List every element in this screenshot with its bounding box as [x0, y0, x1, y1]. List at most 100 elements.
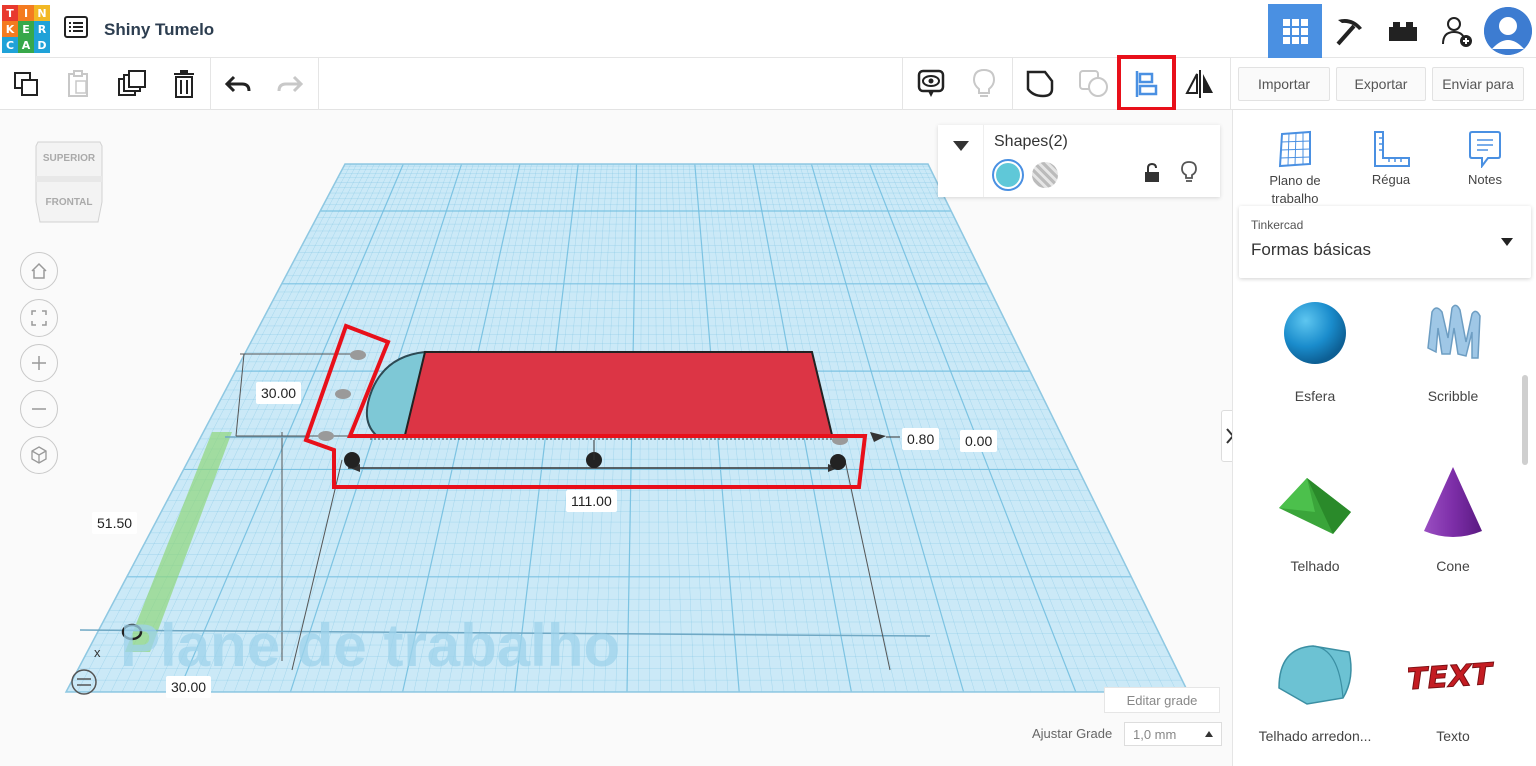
shape-text-label: Texto [1436, 728, 1470, 744]
dropdown-arrow-icon [1501, 238, 1513, 246]
delete-button[interactable] [158, 58, 210, 110]
shape-cone-label: Cone [1436, 558, 1470, 574]
show-all-icon [917, 69, 945, 97]
bricks-button[interactable] [1376, 4, 1430, 58]
notes-icon [1469, 131, 1501, 168]
redo-icon [277, 75, 304, 93]
brick-icon [1389, 22, 1417, 41]
show-all-button[interactable] [905, 58, 957, 110]
shape-scribble[interactable]: Scribble [1383, 278, 1523, 404]
snap-grid-select[interactable]: 1,0 mm [1124, 722, 1222, 746]
shape-inspector: Shapes(2) [938, 125, 1220, 197]
user-avatar[interactable] [1484, 7, 1532, 55]
pickaxe-icon [1336, 19, 1362, 46]
library-category: Tinkercad [1251, 218, 1304, 232]
redo-button[interactable] [264, 58, 316, 110]
shape-sphere[interactable]: Esfera [1245, 278, 1385, 404]
view-cube[interactable]: SUPERIOR FRONTAL [32, 140, 106, 224]
copy-icon [14, 72, 38, 96]
ungroup-button[interactable] [1068, 58, 1120, 110]
blocks-pickaxe-button[interactable] [1322, 4, 1376, 58]
workplane-tool[interactable]: Plano de trabalho [1247, 122, 1343, 208]
logo-letter: T [2, 5, 18, 21]
design-list-icon[interactable] [64, 16, 88, 43]
copy-button[interactable] [0, 58, 52, 110]
3d-workspace[interactable]: x Plane de trabalho SUPERIOR FRONTAL Sha… [0, 110, 1232, 766]
grid-view-button[interactable] [1268, 4, 1322, 58]
ungroup-icon [1079, 70, 1108, 97]
top-bar: TINKERCAD Shiny Tumelo [0, 0, 1536, 58]
logo-letter: K [2, 21, 18, 37]
mirror-button[interactable] [1174, 58, 1226, 110]
edit-grid-label: Editar grade [1126, 692, 1198, 708]
height-dimension[interactable]: 30.00 [256, 382, 302, 404]
tinkercad-logo[interactable]: TINKERCAD [2, 5, 50, 53]
mirror-icon [1185, 70, 1213, 98]
fit-view-button[interactable] [20, 299, 58, 337]
viewcube-top-label[interactable]: SUPERIOR [38, 153, 100, 164]
undo-button[interactable] [212, 58, 264, 110]
logo-letter: A [18, 37, 34, 53]
shape-scribble-label: Scribble [1427, 388, 1479, 404]
collapse-inspector-button[interactable] [938, 125, 984, 197]
logo-letter: I [18, 5, 34, 21]
paste-icon [68, 70, 88, 97]
import-button[interactable]: Importar [1238, 67, 1330, 101]
zoom-out-button[interactable] [20, 390, 58, 428]
workplane-grid[interactable]: x Plane de trabalho [0, 110, 1232, 766]
shape-sphere-label: Esfera [1294, 388, 1336, 404]
edit-toolbar: Importar Exportar Enviar para [0, 55, 1536, 111]
workplane-tool-label: Plano de trabalho [1269, 173, 1321, 206]
logo-letter: N [34, 5, 50, 21]
delete-icon [174, 70, 194, 98]
duplicate-icon [118, 70, 146, 96]
send-to-button[interactable]: Enviar para [1432, 67, 1524, 101]
group-button[interactable] [1014, 58, 1066, 110]
shape-roof[interactable]: Telhado [1245, 448, 1385, 574]
shape-cone[interactable]: Cone [1383, 448, 1523, 574]
visibility-bulb-icon[interactable] [1181, 161, 1197, 188]
add-user-icon [1442, 17, 1472, 47]
width-dimension[interactable]: 111.00 [566, 490, 617, 512]
ruler-tool[interactable]: Régua [1343, 122, 1439, 187]
depth-dimension[interactable]: 30.00 [166, 676, 212, 698]
shape-roof-label: Telhado [1290, 558, 1340, 574]
elevation-dimension[interactable]: 0.80 [902, 428, 940, 450]
shape-library-select[interactable]: Tinkercad Formas básicas [1239, 206, 1531, 278]
zoom-in-button[interactable] [20, 344, 58, 382]
edit-grid-button[interactable]: Editar grade [1104, 687, 1220, 713]
lock-icon[interactable] [1144, 162, 1160, 188]
notes-tool-label: Notes [1468, 172, 1502, 187]
svg-text:TEXT: TEXT [1408, 657, 1495, 697]
paste-button[interactable] [52, 58, 104, 110]
perspective-button[interactable] [20, 436, 58, 474]
light-button[interactable] [958, 58, 1010, 110]
offset-dimension[interactable]: 0.00 [960, 430, 998, 452]
shape-text[interactable]: TEXT Texto [1383, 618, 1523, 744]
snap-grid-value: 1,0 mm [1133, 726, 1177, 742]
viewcube-front-label[interactable]: FRONTAL [38, 197, 100, 208]
align-button-highlight [1117, 55, 1176, 111]
workplane-icon [1278, 130, 1311, 168]
caret-up-icon [1205, 731, 1213, 737]
workplane-watermark: Plane de trabalho [120, 612, 620, 679]
logo-letter: D [34, 37, 50, 53]
notes-tool[interactable]: Notes [1437, 122, 1533, 187]
export-button[interactable]: Exportar [1336, 67, 1426, 101]
home-view-button[interactable] [20, 252, 58, 290]
shape-library-panel: Plano de trabalho Régua Notes Tinkercad … [1232, 110, 1536, 766]
side-dimension[interactable]: 51.50 [92, 512, 138, 534]
undo-icon [224, 75, 251, 93]
zoom-out-icon [32, 408, 46, 410]
invite-user-button[interactable] [1430, 4, 1484, 58]
logo-letter: E [18, 21, 34, 37]
design-title[interactable]: Shiny Tumelo [104, 20, 214, 40]
solid-color-swatch[interactable] [992, 159, 1024, 191]
snap-grid-label: Ajustar Grade [1032, 726, 1113, 741]
perspective-cube-icon [31, 446, 47, 464]
duplicate-button[interactable] [106, 58, 158, 110]
hole-swatch[interactable] [1032, 162, 1058, 188]
group-icon [1026, 70, 1054, 98]
ruler-icon [1374, 131, 1410, 167]
shape-round-roof[interactable]: Telhado arredon... [1245, 618, 1385, 744]
